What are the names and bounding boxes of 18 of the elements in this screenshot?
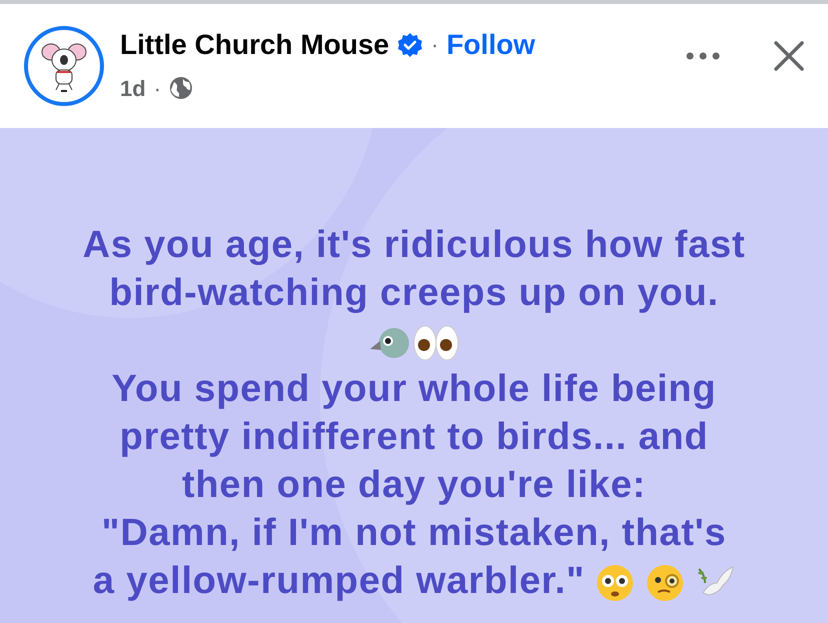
close-icon[interactable] xyxy=(774,41,804,71)
post-text-line: pretty indifferent to birds... and xyxy=(120,416,708,458)
post-time[interactable]: 1d xyxy=(120,72,146,104)
author-name[interactable]: Little Church Mouse xyxy=(120,24,390,66)
globe-icon xyxy=(169,76,194,100)
post-text-line: a yellow-rumped warbler." xyxy=(92,560,585,602)
monocle-face-icon xyxy=(646,564,684,602)
separator-dot: · xyxy=(431,31,438,59)
post-text-line: then one day you're like: xyxy=(182,464,646,506)
separator-dot: · xyxy=(154,74,162,102)
eyes-icon xyxy=(412,322,460,363)
post-text-line: bird-watching creeps up on you. xyxy=(109,272,719,314)
follow-button[interactable]: Follow xyxy=(446,24,536,66)
post-text-line: You spend your whole life being xyxy=(112,368,716,410)
more-options-icon[interactable] xyxy=(686,52,720,60)
post-text-line: "Damn, if I'm not mistaken, that's xyxy=(102,512,726,554)
post-text-line: As you age, it's ridiculous how fast xyxy=(82,224,746,266)
flushed-face-icon xyxy=(596,564,634,602)
